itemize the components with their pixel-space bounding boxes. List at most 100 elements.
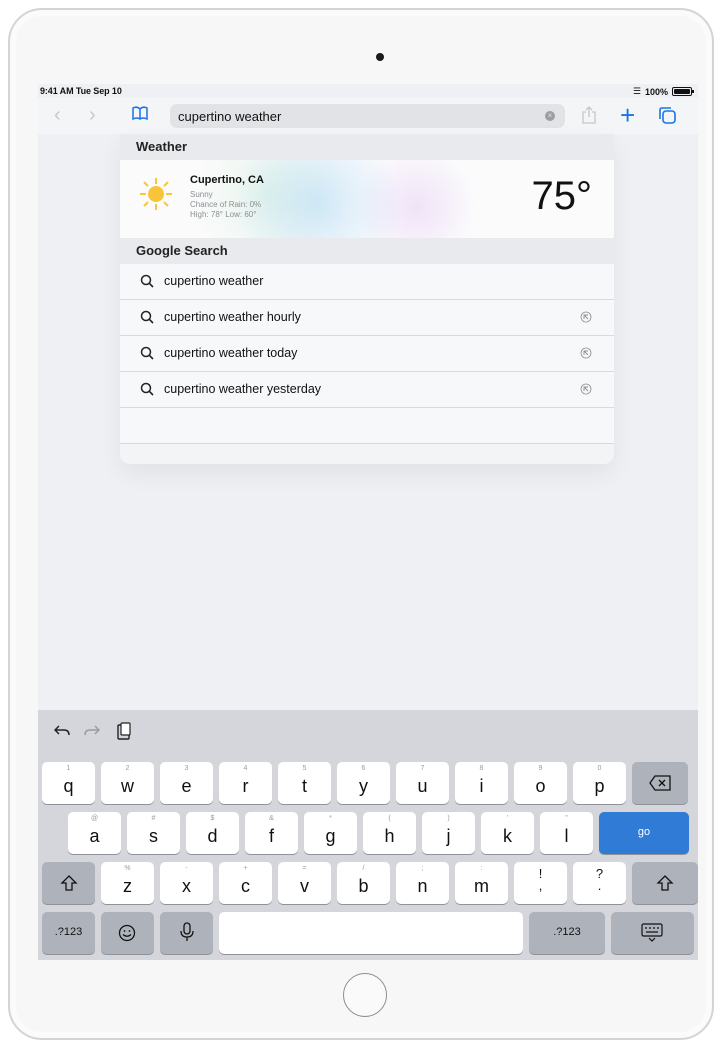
shift-key-left[interactable] (42, 862, 95, 904)
fill-arrow-icon[interactable] (580, 383, 592, 395)
key-s[interactable]: # s (127, 812, 180, 854)
home-button[interactable] (343, 973, 387, 1017)
key-label: a (89, 826, 100, 846)
share-icon[interactable] (582, 106, 596, 124)
key-r[interactable]: 4r (219, 762, 272, 804)
key-a[interactable]: @ a (68, 812, 121, 854)
key-w[interactable]: 2w (101, 762, 154, 804)
key-d[interactable]: $ d (186, 812, 239, 854)
space-bar[interactable] (219, 912, 523, 954)
key-p[interactable]: 0p (573, 762, 626, 804)
key-label: go (637, 826, 651, 838)
key-z[interactable]: % z (101, 862, 154, 904)
weather-rain-chance: Chance of Rain: 0% (190, 200, 262, 209)
key-m[interactable]: :m (455, 862, 508, 904)
key-c[interactable]: + c (219, 862, 272, 904)
shift-key-right[interactable] (632, 862, 698, 904)
suggestions-panel: Weather Cupertino, CA Sunny Chance of Ra… (120, 134, 614, 464)
key-b[interactable]: / b (337, 862, 390, 904)
new-tab-icon[interactable]: + (620, 100, 635, 131)
key-label: i (479, 776, 484, 796)
suggestion-row[interactable]: cupertino weather (120, 264, 614, 300)
key-u[interactable]: 7u (396, 762, 449, 804)
key-question-period[interactable]: ? . (573, 862, 626, 904)
back-icon[interactable]: ‹ (54, 104, 61, 127)
key-j[interactable]: ) j (422, 812, 475, 854)
key-f[interactable]: & f (245, 812, 298, 854)
key-hint: 3 (184, 765, 189, 772)
suggestion-row[interactable]: cupertino weather today (120, 336, 614, 372)
weather-temperature: 75° (531, 174, 593, 218)
key-label: f (268, 826, 274, 846)
forward-icon[interactable]: › (89, 104, 96, 127)
shift-icon (60, 875, 78, 891)
key-hint: = (302, 865, 307, 872)
key-label: w (121, 776, 134, 796)
key-l[interactable]: " l (540, 812, 593, 854)
dismiss-keyboard-key[interactable] (611, 912, 694, 954)
key-g[interactable]: * g (304, 812, 357, 854)
weather-condition: Sunny (190, 190, 213, 199)
delete-key[interactable] (632, 762, 688, 804)
key-label: c (241, 876, 250, 896)
screen: 9:41 AM Tue Sep 10 ☰ 100% ‹ › cupertino … (38, 84, 698, 960)
key-n[interactable]: ; n (396, 862, 449, 904)
key-label: r (242, 776, 249, 796)
dictation-key[interactable] (160, 912, 213, 954)
search-section-header: Google Search (120, 238, 614, 264)
key-e[interactable]: 3e (160, 762, 213, 804)
suggestion-row[interactable]: cupertino weather yesterday (120, 372, 614, 408)
weather-card[interactable]: Cupertino, CA Sunny Chance of Rain: 0% H… (120, 160, 614, 238)
key-label: ! , (538, 866, 543, 893)
undo-icon[interactable] (54, 722, 70, 740)
key-label: g (325, 826, 336, 846)
key-hint: 2 (125, 765, 130, 772)
key-exclaim-comma[interactable]: ! , (514, 862, 567, 904)
suggestion-row[interactable]: cupertino weather hourly (120, 300, 614, 336)
emoji-key[interactable] (101, 912, 154, 954)
key-label: n (417, 876, 428, 896)
redo-icon[interactable] (84, 722, 100, 740)
key-hint: ; (421, 865, 424, 872)
key-label: y (359, 776, 368, 796)
address-bar[interactable]: cupertino weather × (170, 104, 565, 128)
tabs-overview-icon[interactable] (658, 106, 676, 124)
key-i[interactable]: 8i (455, 762, 508, 804)
key-label: .?123 (54, 926, 83, 938)
key-t[interactable]: 5t (278, 762, 331, 804)
suggestion-list: cupertino weather cupertino weather hourl… (120, 264, 614, 408)
numbers-key-left[interactable]: .?123 (42, 912, 95, 954)
status-indicators: ☰ 100% (633, 86, 694, 97)
search-icon (140, 274, 154, 288)
key-o[interactable]: 9o (514, 762, 567, 804)
key-label: x (182, 876, 191, 896)
key-label: q (63, 776, 74, 796)
address-text[interactable]: cupertino weather (178, 109, 281, 124)
suggestion-text: cupertino weather hourly (164, 310, 301, 324)
key-hint: 8 (479, 765, 484, 772)
key-hint: " (565, 815, 568, 822)
fill-arrow-icon[interactable] (580, 347, 592, 359)
numbers-key-right[interactable]: .?123 (529, 912, 605, 954)
weather-section-header: Weather (120, 134, 614, 160)
sun-icon (140, 178, 172, 210)
key-k[interactable]: ' k (481, 812, 534, 854)
clear-text-icon[interactable]: × (545, 111, 555, 121)
key-v[interactable]: = v (278, 862, 331, 904)
fill-arrow-icon[interactable] (580, 311, 592, 323)
go-key[interactable]: go (599, 812, 689, 854)
key-h[interactable]: (h (363, 812, 416, 854)
key-hint: : (480, 865, 483, 872)
key-hint: ) (447, 815, 450, 822)
key-y[interactable]: 6y (337, 762, 390, 804)
status-time: 9:41 AM Tue Sep 10 (40, 86, 122, 96)
key-hint: / (362, 865, 365, 872)
paste-icon[interactable] (116, 722, 132, 740)
key-x[interactable]: -x (160, 862, 213, 904)
key-hint: 6 (361, 765, 366, 772)
key-label: d (207, 826, 218, 846)
suggestion-text: cupertino weather yesterday (164, 382, 322, 396)
key-q[interactable]: 1q (42, 762, 95, 804)
key-hint: # (151, 815, 156, 822)
bookmarks-icon[interactable] (132, 106, 148, 120)
